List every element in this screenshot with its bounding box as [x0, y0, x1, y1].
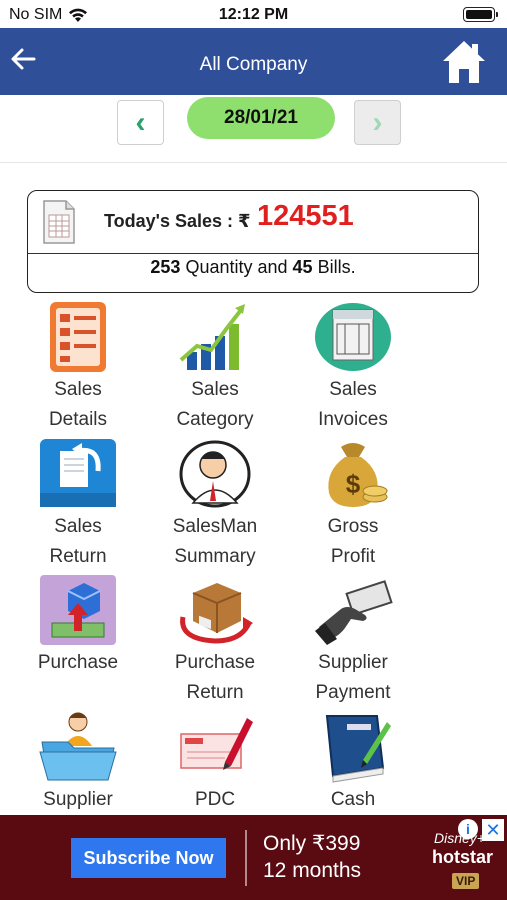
- ad-brand-logo: hotstar: [432, 847, 494, 867]
- sales-summary-card: Today's Sales : ₹ 124551 253 Quantity an…: [27, 190, 479, 293]
- tile-label: Sales: [54, 516, 102, 537]
- tile-sales-return[interactable]: Sales Return: [8, 437, 148, 571]
- ad-close-icon[interactable]: ✕: [482, 819, 504, 841]
- date-picker[interactable]: 28/01/21: [187, 97, 335, 139]
- tile-purchase-return[interactable]: Purchase Return: [145, 573, 285, 707]
- ad-duration-text: 12 months: [263, 859, 362, 882]
- tile-label: Sales: [54, 379, 102, 400]
- quantity-text: Quantity and: [185, 257, 288, 277]
- tile-label: Return: [186, 682, 244, 703]
- spreadsheet-icon: [43, 200, 75, 244]
- ad-banner[interactable]: Subscribe Now Only ₹399 12 months Disney…: [0, 815, 507, 900]
- todays-sales-label: Today's Sales : ₹: [104, 211, 251, 231]
- tile-label: PDC: [194, 789, 236, 810]
- subscribe-button[interactable]: Subscribe Now: [71, 838, 226, 878]
- previous-date-button[interactable]: ‹: [117, 100, 164, 145]
- page-title: All Company: [199, 54, 308, 75]
- bills-value: 45: [292, 257, 313, 277]
- todays-sales-amount: 124551: [257, 200, 354, 232]
- bills-text: Bills.: [317, 257, 356, 277]
- tile-label: Invoices: [318, 409, 388, 430]
- tile-sales-details[interactable]: Sales Details: [8, 300, 148, 434]
- tile-label: Details: [48, 409, 108, 430]
- tile-label: Supplier: [43, 789, 113, 810]
- battery-icon: [463, 7, 498, 22]
- chevron-left-icon: ‹: [135, 105, 146, 139]
- tile-sales-category[interactable]: Sales Category: [145, 300, 285, 434]
- purchase-icon: [40, 575, 116, 645]
- ad-divider: [245, 830, 247, 886]
- tile-label: Sales: [191, 379, 239, 400]
- ad-vip-badge: VIP: [452, 873, 480, 889]
- money-bag-icon: $: [328, 443, 388, 507]
- tile-sales-invoices[interactable]: Sales Invoices: [283, 300, 423, 434]
- bar-chart-icon: [179, 304, 245, 370]
- date-navigator: ‹ 28/01/21 ›: [0, 95, 507, 163]
- tile-label: Profit: [330, 546, 376, 567]
- tile-label: Payment: [315, 682, 391, 703]
- tile-label: SalesMan: [172, 516, 258, 537]
- tile-label: Gross: [327, 516, 379, 537]
- sales-summary-details: 253 Quantity and 45 Bills.: [28, 257, 478, 278]
- supplier-folder-icon: [39, 712, 117, 781]
- tile-label: Purchase: [37, 652, 119, 673]
- payment-hand-icon: [315, 580, 393, 645]
- salesman-icon: [179, 440, 251, 508]
- ad-info-icon[interactable]: i: [458, 819, 478, 839]
- tile-cash[interactable]: Cash: [283, 710, 423, 816]
- tile-salesman-summary[interactable]: SalesMan Summary: [145, 437, 285, 571]
- tile-supplier[interactable]: Supplier: [8, 710, 148, 816]
- tile-label: Sales: [329, 379, 377, 400]
- chevron-right-icon: ›: [372, 105, 383, 139]
- box-return-icon: [180, 583, 253, 644]
- next-date-button[interactable]: ›: [354, 100, 401, 145]
- tile-supplier-payment[interactable]: Supplier Payment: [283, 573, 423, 707]
- tile-pdc[interactable]: PDC: [145, 710, 285, 816]
- tile-label: Supplier: [318, 652, 388, 673]
- tile-label: Summary: [174, 546, 256, 567]
- nav-bar: All Company: [0, 28, 507, 95]
- invoice-icon: [315, 303, 391, 371]
- cash-book-icon: [325, 715, 391, 783]
- tile-gross-profit[interactable]: $ Gross Profit: [283, 437, 423, 571]
- status-bar: No SIM 12:12 PM: [0, 0, 507, 28]
- cheque-icon: [180, 718, 253, 770]
- quantity-value: 253: [150, 257, 181, 277]
- svg-text:$: $: [346, 469, 361, 499]
- tile-label: Return: [49, 546, 107, 567]
- tile-purchase[interactable]: Purchase: [8, 573, 148, 679]
- returns-icon: [40, 439, 116, 507]
- sales-summary-top: Today's Sales : ₹ 124551: [28, 191, 478, 254]
- home-icon[interactable]: [441, 39, 487, 85]
- sales-details-icon: [50, 302, 106, 372]
- tile-label: Cash: [330, 789, 376, 810]
- tile-label: Purchase: [174, 652, 256, 673]
- ad-price-text: Only ₹399: [263, 832, 361, 855]
- tile-label: Category: [176, 409, 254, 430]
- clock: 12:12 PM: [218, 6, 289, 23]
